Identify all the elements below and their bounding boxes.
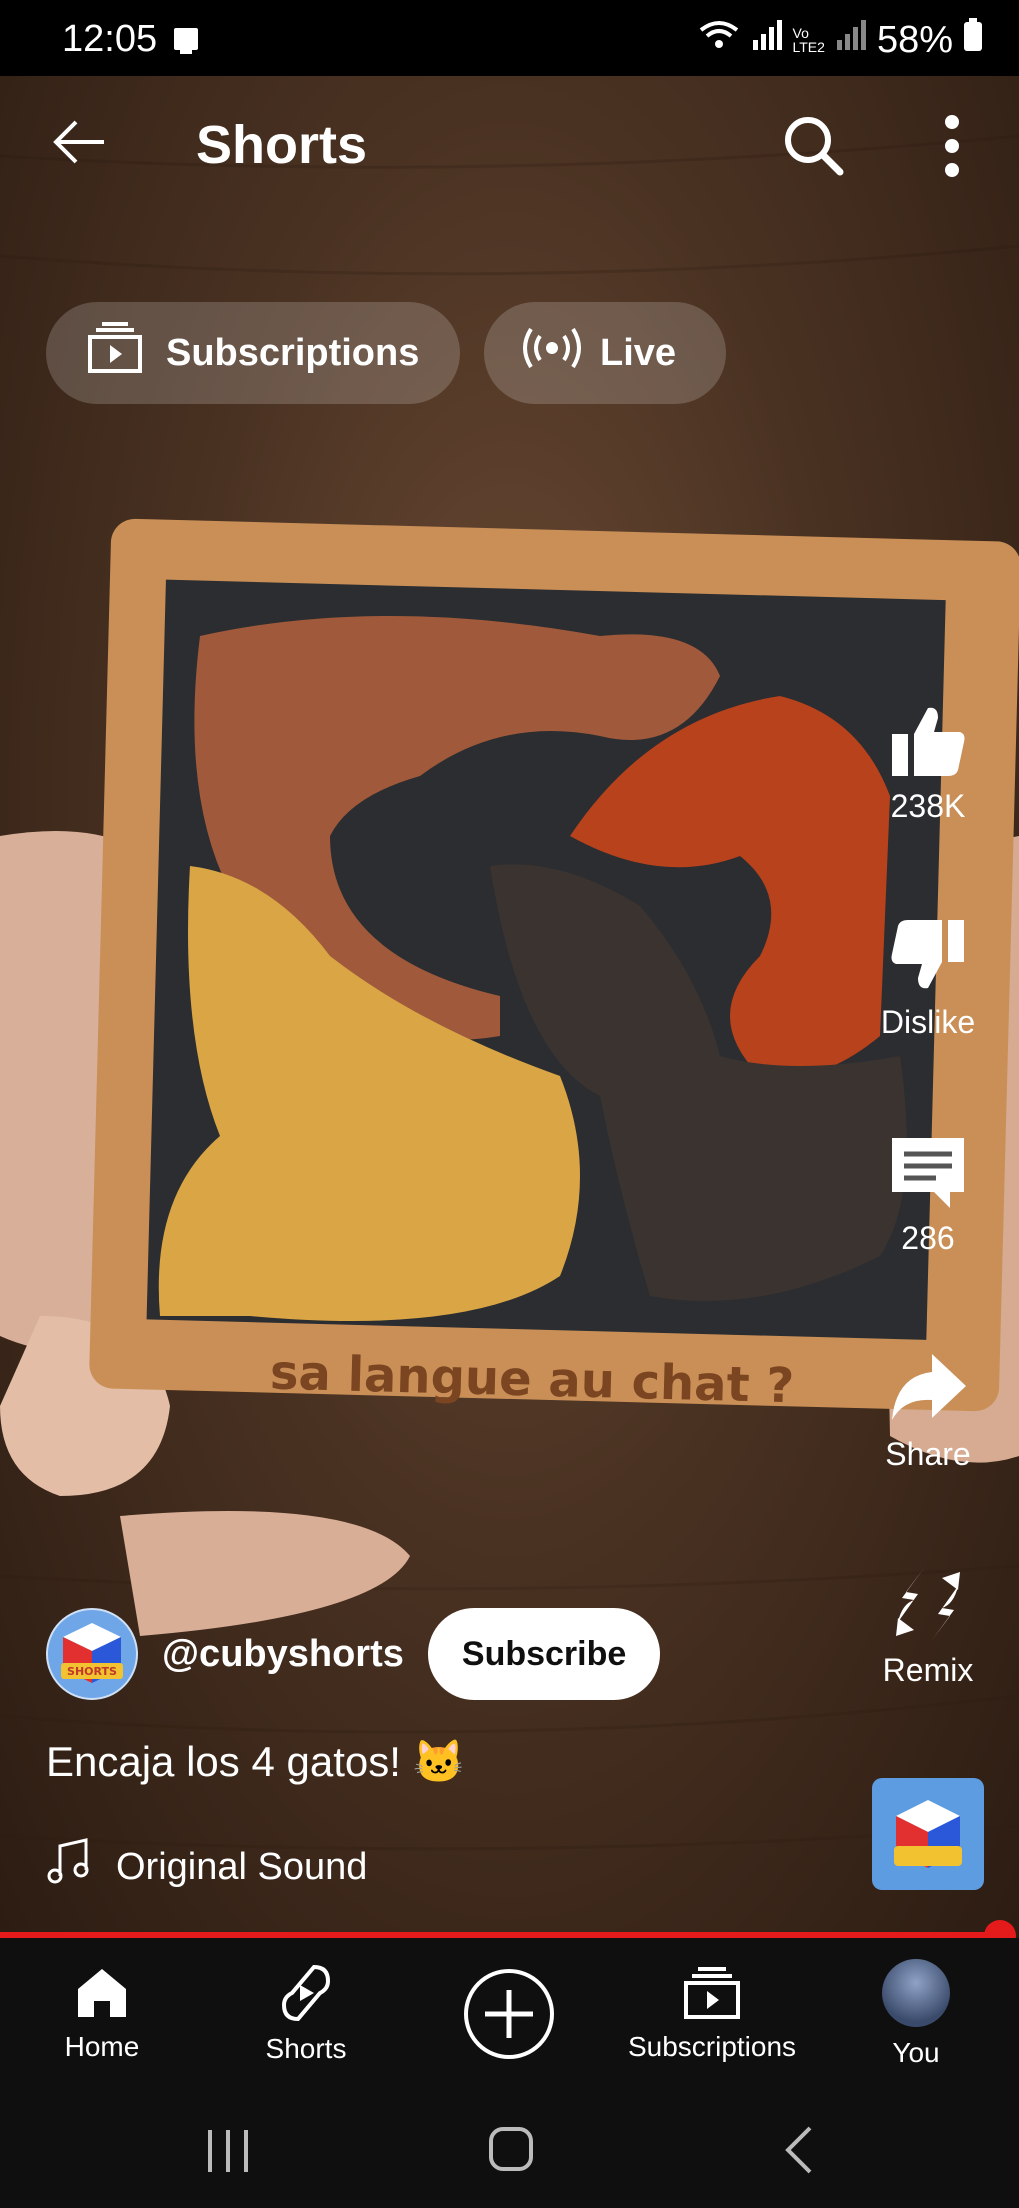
battery-percent: 58% — [876, 18, 953, 61]
nav-subscriptions-label: Subscriptions — [627, 2031, 797, 2062]
subscribe-button[interactable]: Subscribe — [427, 1608, 661, 1700]
video-caption[interactable]: Encaja los 4 gatos! 🐱 — [46, 1738, 465, 1787]
signal-icon — [751, 18, 783, 62]
comments-button[interactable]: 286 — [858, 1132, 998, 1257]
nav-subscriptions[interactable]: Subscriptions — [618, 1938, 806, 2090]
screen-icon — [168, 22, 204, 68]
battery-icon — [963, 18, 983, 62]
comment-count: 286 — [901, 1220, 955, 1256]
action-column: 238K Dislike 286 Share Remix — [858, 700, 998, 1700]
create-button[interactable] — [462, 1938, 556, 2090]
sound-thumbnail[interactable] — [872, 1778, 984, 1890]
channel-row: SHORTS @cubyshorts Subscribe — [46, 1608, 661, 1700]
more-options-button[interactable] — [938, 114, 966, 183]
subscriptions-icon — [86, 321, 144, 385]
recent-apps-button[interactable] — [204, 2128, 252, 2179]
like-count: 238K — [890, 788, 966, 824]
channel-handle[interactable]: @cubyshorts — [162, 1633, 404, 1676]
remix-label: Remix — [882, 1652, 974, 1688]
remix-icon — [896, 1568, 960, 1640]
user-avatar — [882, 1959, 950, 2027]
share-icon — [892, 1354, 966, 1420]
share-button[interactable]: Share — [858, 1348, 998, 1473]
nav-you[interactable]: You — [856, 1938, 976, 2090]
music-note-icon — [46, 1838, 90, 1896]
home-icon — [78, 1969, 126, 2017]
dislike-button[interactable]: Dislike — [858, 916, 998, 1041]
sound-label: Original Sound — [116, 1845, 368, 1888]
comment-icon — [892, 1138, 964, 1208]
channel-avatar[interactable]: SHORTS — [46, 1608, 138, 1700]
remix-button[interactable]: Remix — [858, 1564, 998, 1689]
share-label: Share — [885, 1436, 971, 1472]
nav-home-label: Home — [64, 2031, 140, 2062]
subscriptions-chip[interactable]: Subscriptions — [46, 302, 460, 404]
system-home-button[interactable] — [488, 2126, 534, 2177]
live-icon — [522, 326, 582, 380]
svg-text:SHORTS: SHORTS — [67, 1665, 117, 1678]
sound-row[interactable]: Original Sound — [46, 1838, 367, 1896]
live-chip-label: Live — [600, 331, 677, 374]
thumbs-down-icon — [891, 920, 964, 989]
nav-shorts-label: Shorts — [265, 2033, 347, 2064]
thumbs-up-icon — [892, 707, 965, 776]
shorts-icon — [281, 1964, 331, 2022]
search-button[interactable] — [782, 114, 846, 183]
system-back-button[interactable] — [782, 2126, 814, 2179]
nav-home[interactable]: Home — [42, 1938, 162, 2090]
status-time: 12:05 — [62, 18, 158, 60]
subscriptions-chip-label: Subscriptions — [166, 331, 420, 374]
plus-circle-icon — [464, 1969, 554, 2059]
volte-icon: Vo LTE2 — [792, 25, 825, 55]
status-bar: 12:05 Vo LTE2 58% — [0, 0, 1019, 76]
bottom-nav: Home Shorts Subscriptions You — [0, 1938, 1019, 2090]
wifi-icon — [697, 18, 741, 62]
rubiks-cube-logo — [894, 1800, 962, 1868]
system-nav-bar — [0, 2090, 1019, 2208]
live-chip[interactable]: Live — [484, 302, 726, 404]
subscriptions-nav-icon — [684, 1967, 740, 2019]
nav-you-label: You — [892, 2037, 940, 2068]
nav-shorts[interactable]: Shorts — [246, 1938, 366, 2090]
dislike-label: Dislike — [880, 1004, 976, 1040]
back-button[interactable] — [52, 118, 108, 171]
page-title: Shorts — [196, 115, 368, 175]
signal-icon-2 — [835, 18, 867, 62]
like-button[interactable]: 238K — [858, 700, 998, 825]
